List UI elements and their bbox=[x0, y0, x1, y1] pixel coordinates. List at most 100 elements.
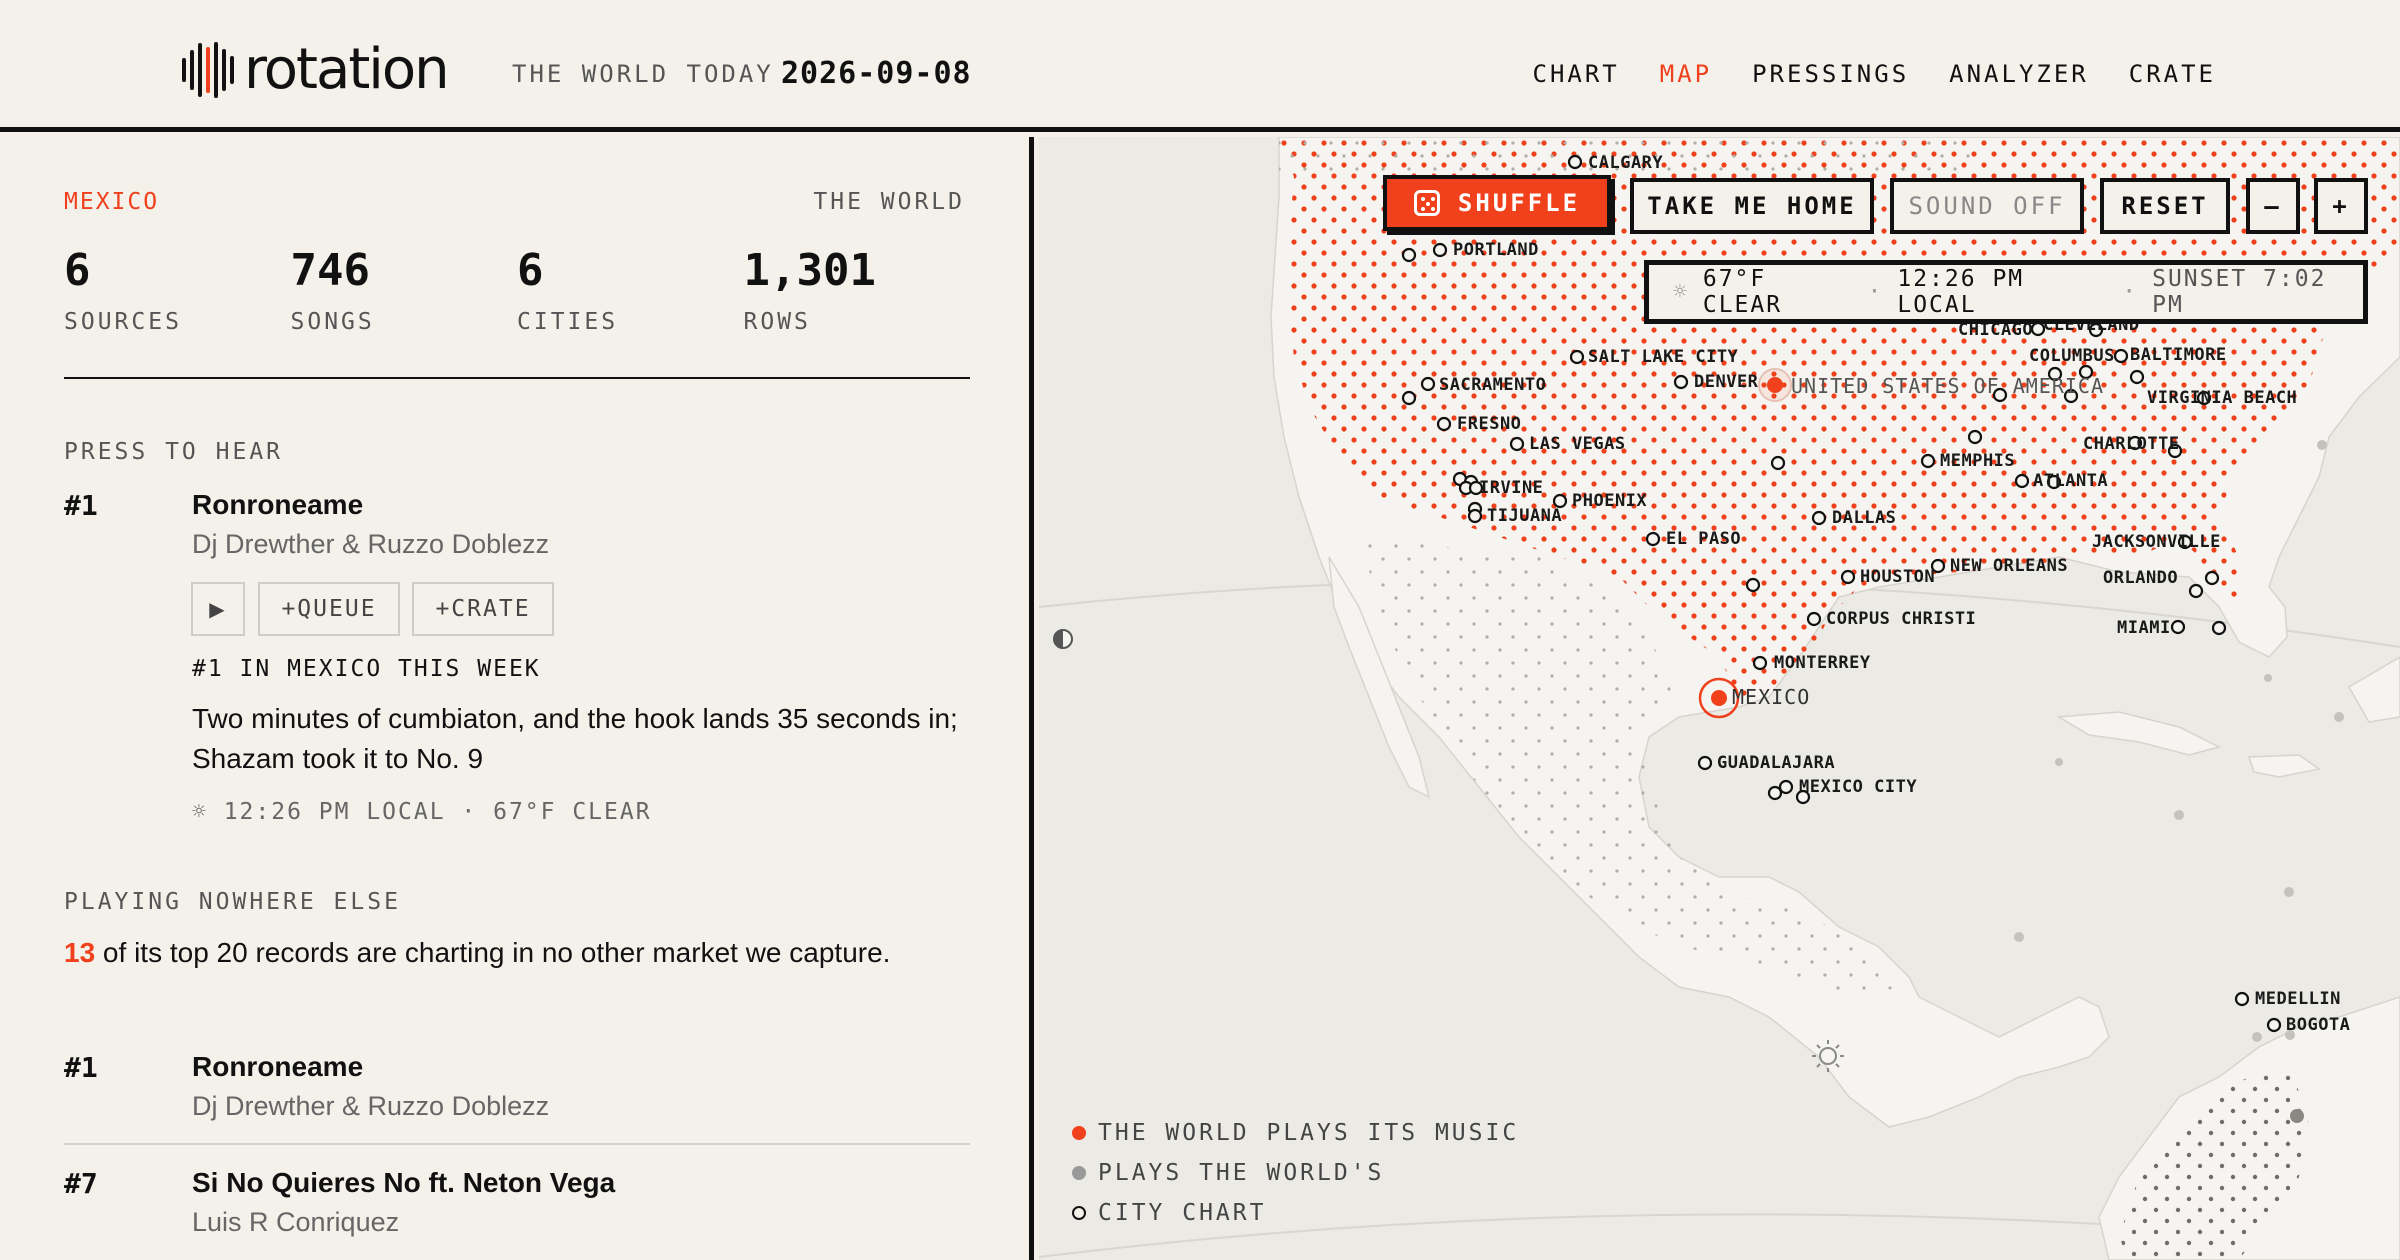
song-blurb: Two minutes of cumbiaton, and the hook l… bbox=[192, 703, 958, 774]
city-label: SALT LAKE CITY bbox=[1588, 347, 1739, 367]
dice-icon bbox=[1413, 190, 1440, 216]
zoom-out-button[interactable]: – bbox=[2246, 178, 2300, 234]
weather-temp: 67°F CLEAR bbox=[1702, 266, 1783, 318]
stats-row: 6 SOURCES 746 SONGS 6 CITIES 1,301 ROWS bbox=[64, 245, 971, 336]
city-marker bbox=[2113, 348, 2129, 364]
city-marker bbox=[1967, 429, 1983, 445]
nav-map[interactable]: MAP bbox=[1660, 60, 1712, 88]
city-label: HOUSTON bbox=[1860, 567, 1935, 587]
the-world-link[interactable]: THE WORLD bbox=[813, 189, 965, 215]
main-nav: CHART MAP PRESSINGS ANALYZER CRATE bbox=[1533, 60, 2217, 88]
country-name: MEXICO bbox=[64, 189, 160, 215]
city-label: IRVINE bbox=[1479, 478, 1543, 498]
market-marker bbox=[2264, 674, 2272, 682]
legend-item: PLAYS THE WORLD'S bbox=[1072, 1160, 1384, 1186]
weather-bar: ☼ 67°F CLEAR · 12:26 PM LOCAL · SUNSET 7… bbox=[1644, 260, 2368, 324]
market-marker bbox=[2055, 758, 2063, 766]
city-label: ORLANDO bbox=[2103, 568, 2178, 588]
market-marker bbox=[2252, 1032, 2262, 1042]
song-title[interactable]: Ronroneame bbox=[192, 489, 363, 521]
city-marker bbox=[1770, 455, 1786, 471]
market-marker bbox=[2317, 440, 2327, 450]
land-cuba bbox=[2056, 711, 2222, 756]
moon-icon bbox=[1053, 629, 1073, 649]
city-label: FRESNO bbox=[1457, 414, 1521, 434]
stat-label: SOURCES bbox=[64, 309, 182, 335]
song-artist[interactable]: Dj Drewther & Ruzzo Doblezz bbox=[192, 529, 549, 560]
market-marker bbox=[2290, 1109, 2304, 1123]
city-marker bbox=[1401, 247, 1417, 263]
city-label: COLUMBUS bbox=[2029, 346, 2115, 366]
song-rank: #1 bbox=[64, 489, 98, 522]
shuffle-button[interactable]: SHUFFLE bbox=[1383, 175, 1611, 231]
legend-item: THE WORLD PLAYS ITS MUSIC bbox=[1072, 1120, 1519, 1146]
land-hispaniola bbox=[2247, 754, 2321, 778]
legend-label: THE WORLD PLAYS ITS MUSIC bbox=[1098, 1120, 1520, 1146]
weather-local-time: 12:26 PM LOCAL bbox=[1897, 266, 2025, 318]
city-label: DENVER bbox=[1694, 372, 1759, 392]
weather-sunset: SUNSET 7:02 PM bbox=[2152, 266, 2327, 318]
city-marker bbox=[1436, 416, 1452, 432]
city-marker bbox=[2129, 369, 2145, 385]
country-panel: MEXICO THE WORLD 6 SOURCES 746 SONGS 6 C… bbox=[0, 137, 1034, 1260]
song-artist[interactable]: Dj Drewther & Ruzzo Doblezz bbox=[192, 1091, 549, 1122]
city-marker bbox=[1920, 453, 1936, 469]
app-header: rotation THE WORLD TODAY 2026-09-08 CHAR… bbox=[0, 0, 2400, 132]
city-marker bbox=[2234, 991, 2250, 1007]
divider bbox=[64, 377, 970, 379]
logo[interactable]: rotation bbox=[182, 37, 450, 102]
city-marker bbox=[1697, 755, 1713, 771]
land-caribbean-islands bbox=[2347, 656, 2400, 723]
usa-marker bbox=[1767, 377, 1783, 393]
nowhere-count: 13 bbox=[64, 937, 96, 968]
grey-dot-icon bbox=[1072, 1166, 1086, 1180]
nav-crate[interactable]: CRATE bbox=[2129, 60, 2216, 88]
today-date: 2026-09-08 bbox=[781, 56, 972, 91]
stat-rows: 1,301 ROWS bbox=[743, 245, 971, 336]
song-rank: #7 bbox=[64, 1167, 98, 1200]
city-label: BOGOTA bbox=[2286, 1015, 2350, 1035]
city-marker bbox=[2188, 583, 2204, 599]
city-label: MIAMI bbox=[2117, 618, 2171, 638]
play-button[interactable]: ▶ bbox=[191, 582, 245, 636]
playing-nowhere-label: PLAYING NOWHERE ELSE bbox=[64, 889, 401, 915]
song-title[interactable]: Ronroneame bbox=[192, 1051, 363, 1083]
city-marker bbox=[2211, 620, 2227, 636]
city-marker bbox=[1778, 779, 1794, 795]
city-label: GUADALAJARA bbox=[1717, 753, 1835, 773]
crate-button[interactable]: +CRATE bbox=[412, 582, 554, 636]
reset-button[interactable]: RESET bbox=[2100, 178, 2230, 234]
city-marker bbox=[1673, 374, 1689, 390]
song-rank: #1 bbox=[64, 1051, 98, 1084]
sound-toggle-button[interactable]: SOUND OFF bbox=[1890, 178, 2084, 234]
country-label-usa: UNITED STATES OF AMERICA bbox=[1791, 374, 2104, 398]
nav-chart[interactable]: CHART bbox=[1533, 60, 1620, 88]
city-label: JACKSONVILLE bbox=[2092, 532, 2221, 552]
accent-dot-icon bbox=[1072, 1126, 1086, 1140]
tagline: THE WORLD TODAY bbox=[512, 60, 774, 88]
city-label: BALTIMORE bbox=[2130, 345, 2227, 365]
legend-label: PLAYS THE WORLD'S bbox=[1098, 1160, 1385, 1186]
city-marker bbox=[1745, 577, 1761, 593]
take-me-home-button[interactable]: TAKE ME HOME bbox=[1630, 178, 1874, 234]
city-label: LAS VEGAS bbox=[1529, 434, 1626, 454]
nowhere-summary: 13 of its top 20 records are charting in… bbox=[64, 933, 904, 973]
city-label: MEMPHIS bbox=[1940, 451, 2015, 471]
shuffle-label: SHUFFLE bbox=[1457, 189, 1581, 217]
nav-pressings[interactable]: PRESSINGS bbox=[1752, 60, 1909, 88]
city-label: EL PASO bbox=[1666, 529, 1741, 549]
city-marker bbox=[1420, 376, 1436, 392]
stat-label: ROWS bbox=[743, 309, 811, 335]
nav-analyzer[interactable]: ANALYZER bbox=[1949, 60, 2089, 88]
logo-text: rotation bbox=[244, 37, 450, 102]
stat-sources: 6 SOURCES bbox=[64, 245, 291, 336]
queue-button[interactable]: +QUEUE bbox=[258, 582, 400, 636]
song-title[interactable]: Si No Quieres No ft. Neton Vega bbox=[192, 1167, 615, 1199]
stat-value: 1,301 bbox=[743, 245, 876, 296]
song-artist[interactable]: Luis R Conriquez bbox=[192, 1207, 399, 1238]
stat-value: 6 bbox=[517, 245, 544, 296]
sun-small-icon: ☼ bbox=[1673, 279, 1689, 305]
stat-value: 6 bbox=[64, 245, 91, 296]
zoom-in-button[interactable]: + bbox=[2314, 178, 2368, 234]
waveform-icon bbox=[182, 42, 234, 98]
